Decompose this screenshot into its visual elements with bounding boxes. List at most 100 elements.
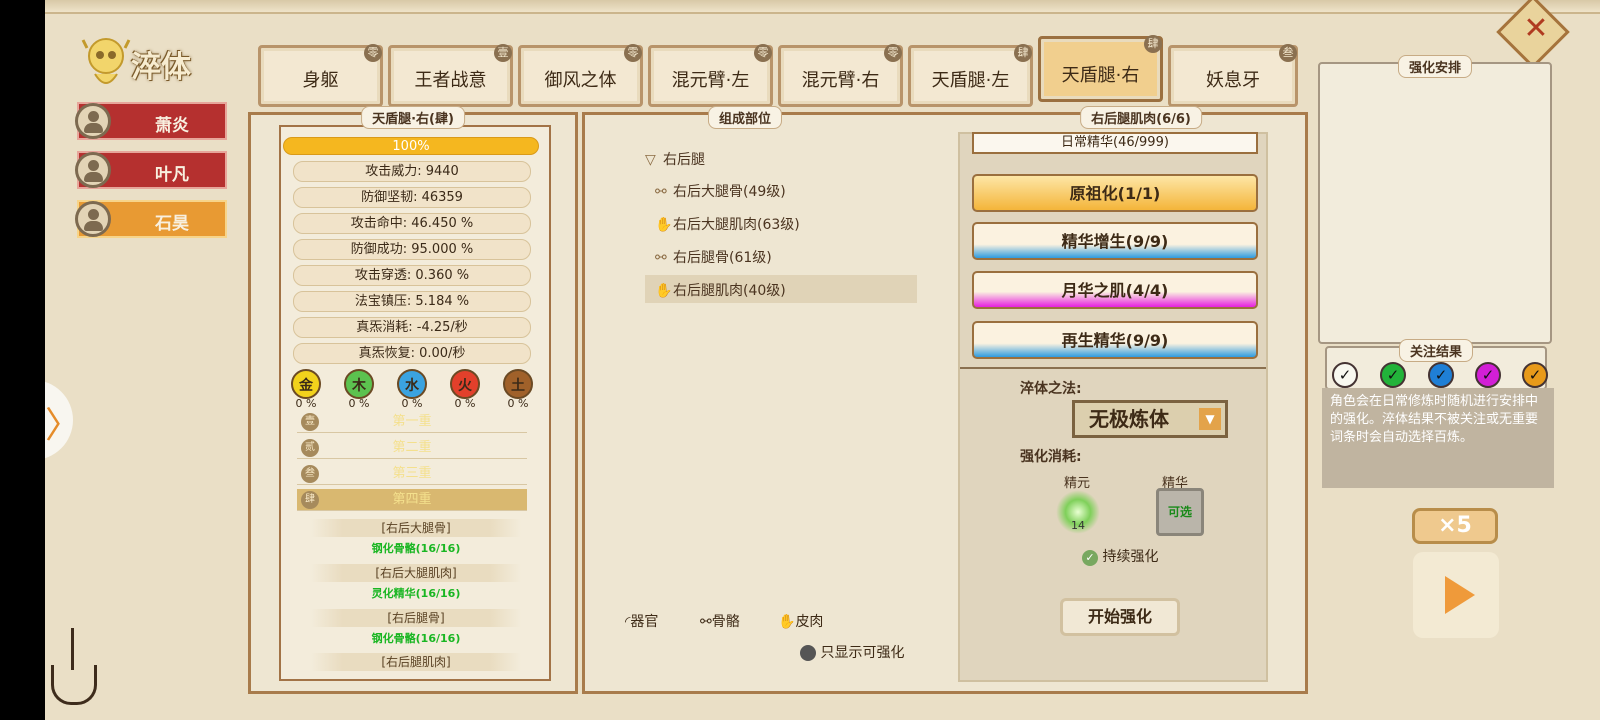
tree-item[interactable]: ⚯ 右后腿骨(61级) xyxy=(655,247,772,267)
stat-attack-power: 攻击威力: 9440 xyxy=(293,161,531,182)
element-fire-icon: 火 xyxy=(450,369,480,399)
tab-label: 天盾腿·左 xyxy=(931,70,1010,91)
play-button[interactable] xyxy=(1413,552,1499,638)
checkmark-icon: ✓ xyxy=(1386,366,1400,384)
element-metal-pct: 0 % xyxy=(295,397,317,410)
element-fire-pct: 0 % xyxy=(454,397,476,410)
essence-slot-button[interactable]: 可选 xyxy=(1156,488,1204,536)
checkmark-icon: ✓ xyxy=(1434,366,1448,384)
character-name: 石昊 xyxy=(155,214,189,234)
layer-3[interactable]: 叁 第三重 xyxy=(297,463,527,485)
show-upgradable-toggle[interactable]: 只显示可强化 xyxy=(800,642,904,662)
stat-penetration: 攻击穿透: 0.360 % xyxy=(293,265,531,286)
tree-item-selected[interactable]: ✋右后腿肌肉(40级) xyxy=(645,275,917,303)
layer-1[interactable]: 壹 第一重 xyxy=(297,411,527,433)
enhance-detail-box: 日常精华(46/999) 原祖化(1/1) 精华增生(9/9) 月华之肌(4/4… xyxy=(958,132,1268,682)
dropdown-arrow-icon: ▼ xyxy=(1199,408,1221,430)
cost-value: 14 xyxy=(1071,519,1085,532)
level-badge: 零 xyxy=(624,44,642,62)
bone-icon: ⚯ xyxy=(655,250,667,266)
bone-icon: ⚯ xyxy=(700,614,712,630)
character-name: 叶凡 xyxy=(155,165,189,185)
element-earth-pct: 0 % xyxy=(507,397,529,410)
checkmark-icon: ✓ xyxy=(1481,366,1495,384)
layer-4[interactable]: 肆 第四重 xyxy=(297,489,527,511)
layer-label: 第三重 xyxy=(392,466,432,481)
arrangement-panel: 强化安排 xyxy=(1318,55,1552,344)
focus-purple-checkbox[interactable]: ✓ xyxy=(1475,362,1501,388)
legend-bone: ⚯骨骼 xyxy=(700,611,740,631)
tab-label: 王者战意 xyxy=(414,70,487,91)
checkmark-icon: ✓ xyxy=(1528,366,1542,384)
focus-blue-checkbox[interactable]: ✓ xyxy=(1428,362,1454,388)
part-value: 钢化骨骼(16/16) xyxy=(371,542,461,555)
option-moon-flesh[interactable]: 月华之肌(4/4) xyxy=(972,271,1258,309)
layer-2[interactable]: 贰 第二重 xyxy=(297,437,527,459)
focus-green-checkbox[interactable]: ✓ xyxy=(1380,362,1406,388)
layer-label: 第一重 xyxy=(392,414,432,429)
focus-orange-checkbox[interactable]: ✓ xyxy=(1522,362,1548,388)
layer-number: 叁 xyxy=(301,465,319,483)
tab-leg-right[interactable]: 天盾腿·右 肆 xyxy=(1038,35,1163,102)
layer-label: 第四重 xyxy=(392,492,432,507)
avatar xyxy=(75,103,111,139)
tree-item-label: 右后大腿骨(49级) xyxy=(673,184,786,200)
bone-icon: ⚯ xyxy=(655,184,667,200)
tab-label: 混元臂·左 xyxy=(671,70,750,91)
legend-label: 器官 xyxy=(630,614,659,630)
character-shihao[interactable]: 石昊 xyxy=(75,200,227,238)
tree-item-label: 右后腿骨(61级) xyxy=(673,250,772,266)
tab-wind-body[interactable]: 御风之体 零 xyxy=(518,44,643,107)
tab-arm-left[interactable]: 混元臂·左 零 xyxy=(648,44,773,107)
character-yefan[interactable]: 叶凡 xyxy=(75,151,227,189)
method-label: 淬体之法: xyxy=(1020,381,1082,397)
part-label: [右后腿肌肉] xyxy=(311,653,521,671)
checkmark-icon: ✓ xyxy=(1082,550,1098,566)
character-name: 萧炎 xyxy=(155,116,189,136)
partial-option: 日常精华(46/999) xyxy=(972,132,1258,154)
tab-king-battle[interactable]: 王者战意 壹 xyxy=(388,44,513,107)
tab-label: 身躯 xyxy=(302,70,339,91)
stat-suppression: 法宝镇压: 5.184 % xyxy=(293,291,531,312)
essence-item-icon: 14 xyxy=(1056,490,1100,534)
tab-arm-right[interactable]: 混元臂·右 零 xyxy=(778,44,903,107)
cost-label: 强化消耗: xyxy=(1020,449,1082,465)
toggle-label: 只显示可强化 xyxy=(820,645,905,661)
level-badge: 零 xyxy=(884,44,902,62)
legend-label: 皮肉 xyxy=(795,614,824,630)
page-title: 淬体 xyxy=(131,50,191,85)
expand-side-button[interactable]: 〉 xyxy=(45,380,81,460)
focus-white-checkbox[interactable]: ✓ xyxy=(1332,362,1358,388)
tab-demon-tooth[interactable]: 妖息牙 叁 xyxy=(1168,44,1298,107)
level-badge: 零 xyxy=(754,44,772,62)
start-enhance-button[interactable]: 开始强化 xyxy=(1060,598,1180,636)
focus-title: 关注结果 xyxy=(1398,339,1474,362)
option-regen-essence[interactable]: 再生精华(9/9) xyxy=(972,321,1258,359)
element-wood-icon: 木 xyxy=(344,369,374,399)
tree-root-label: 右后腿 xyxy=(663,152,705,168)
layer-label: 第二重 xyxy=(392,440,432,455)
tree-root[interactable]: ▽ 右后腿 xyxy=(645,149,705,169)
tab-body[interactable]: 身躯 零 xyxy=(258,44,383,107)
cost-value: 可选 xyxy=(1167,505,1192,519)
level-badge: 肆 xyxy=(1144,35,1162,53)
stat-qi-regen: 真炁恢复: 0.00/秒 xyxy=(293,343,531,364)
character-xiaoyan[interactable]: 萧炎 xyxy=(75,102,227,140)
hand-icon: ✋ xyxy=(655,217,673,233)
chevron-right-icon: 〉 xyxy=(45,405,82,446)
tree-item[interactable]: ⚯ 右后大腿骨(49级) xyxy=(655,181,786,201)
continuous-checkbox[interactable]: ✓ 持续强化 xyxy=(1082,546,1158,566)
divider xyxy=(960,367,1266,369)
element-metal-icon: 金 xyxy=(291,369,321,399)
option-ancestral[interactable]: 原祖化(1/1) xyxy=(972,174,1258,212)
tree-item-label: 右后大腿肌肉(63级) xyxy=(673,217,800,233)
method-dropdown[interactable]: 无极炼体 ▼ xyxy=(1072,400,1228,438)
continuous-label: 持续强化 xyxy=(1102,549,1159,565)
tree-item[interactable]: ✋右后大腿肌肉(63级) xyxy=(655,214,800,234)
option-essence-growth[interactable]: 精华增生(9/9) xyxy=(972,222,1258,260)
layer-number: 贰 xyxy=(301,439,319,457)
element-water-icon: 水 xyxy=(397,369,427,399)
tab-leg-left[interactable]: 天盾腿·左 肆 xyxy=(908,44,1033,107)
multiplier-button[interactable]: ×5 xyxy=(1412,508,1498,544)
avatar xyxy=(75,152,111,188)
